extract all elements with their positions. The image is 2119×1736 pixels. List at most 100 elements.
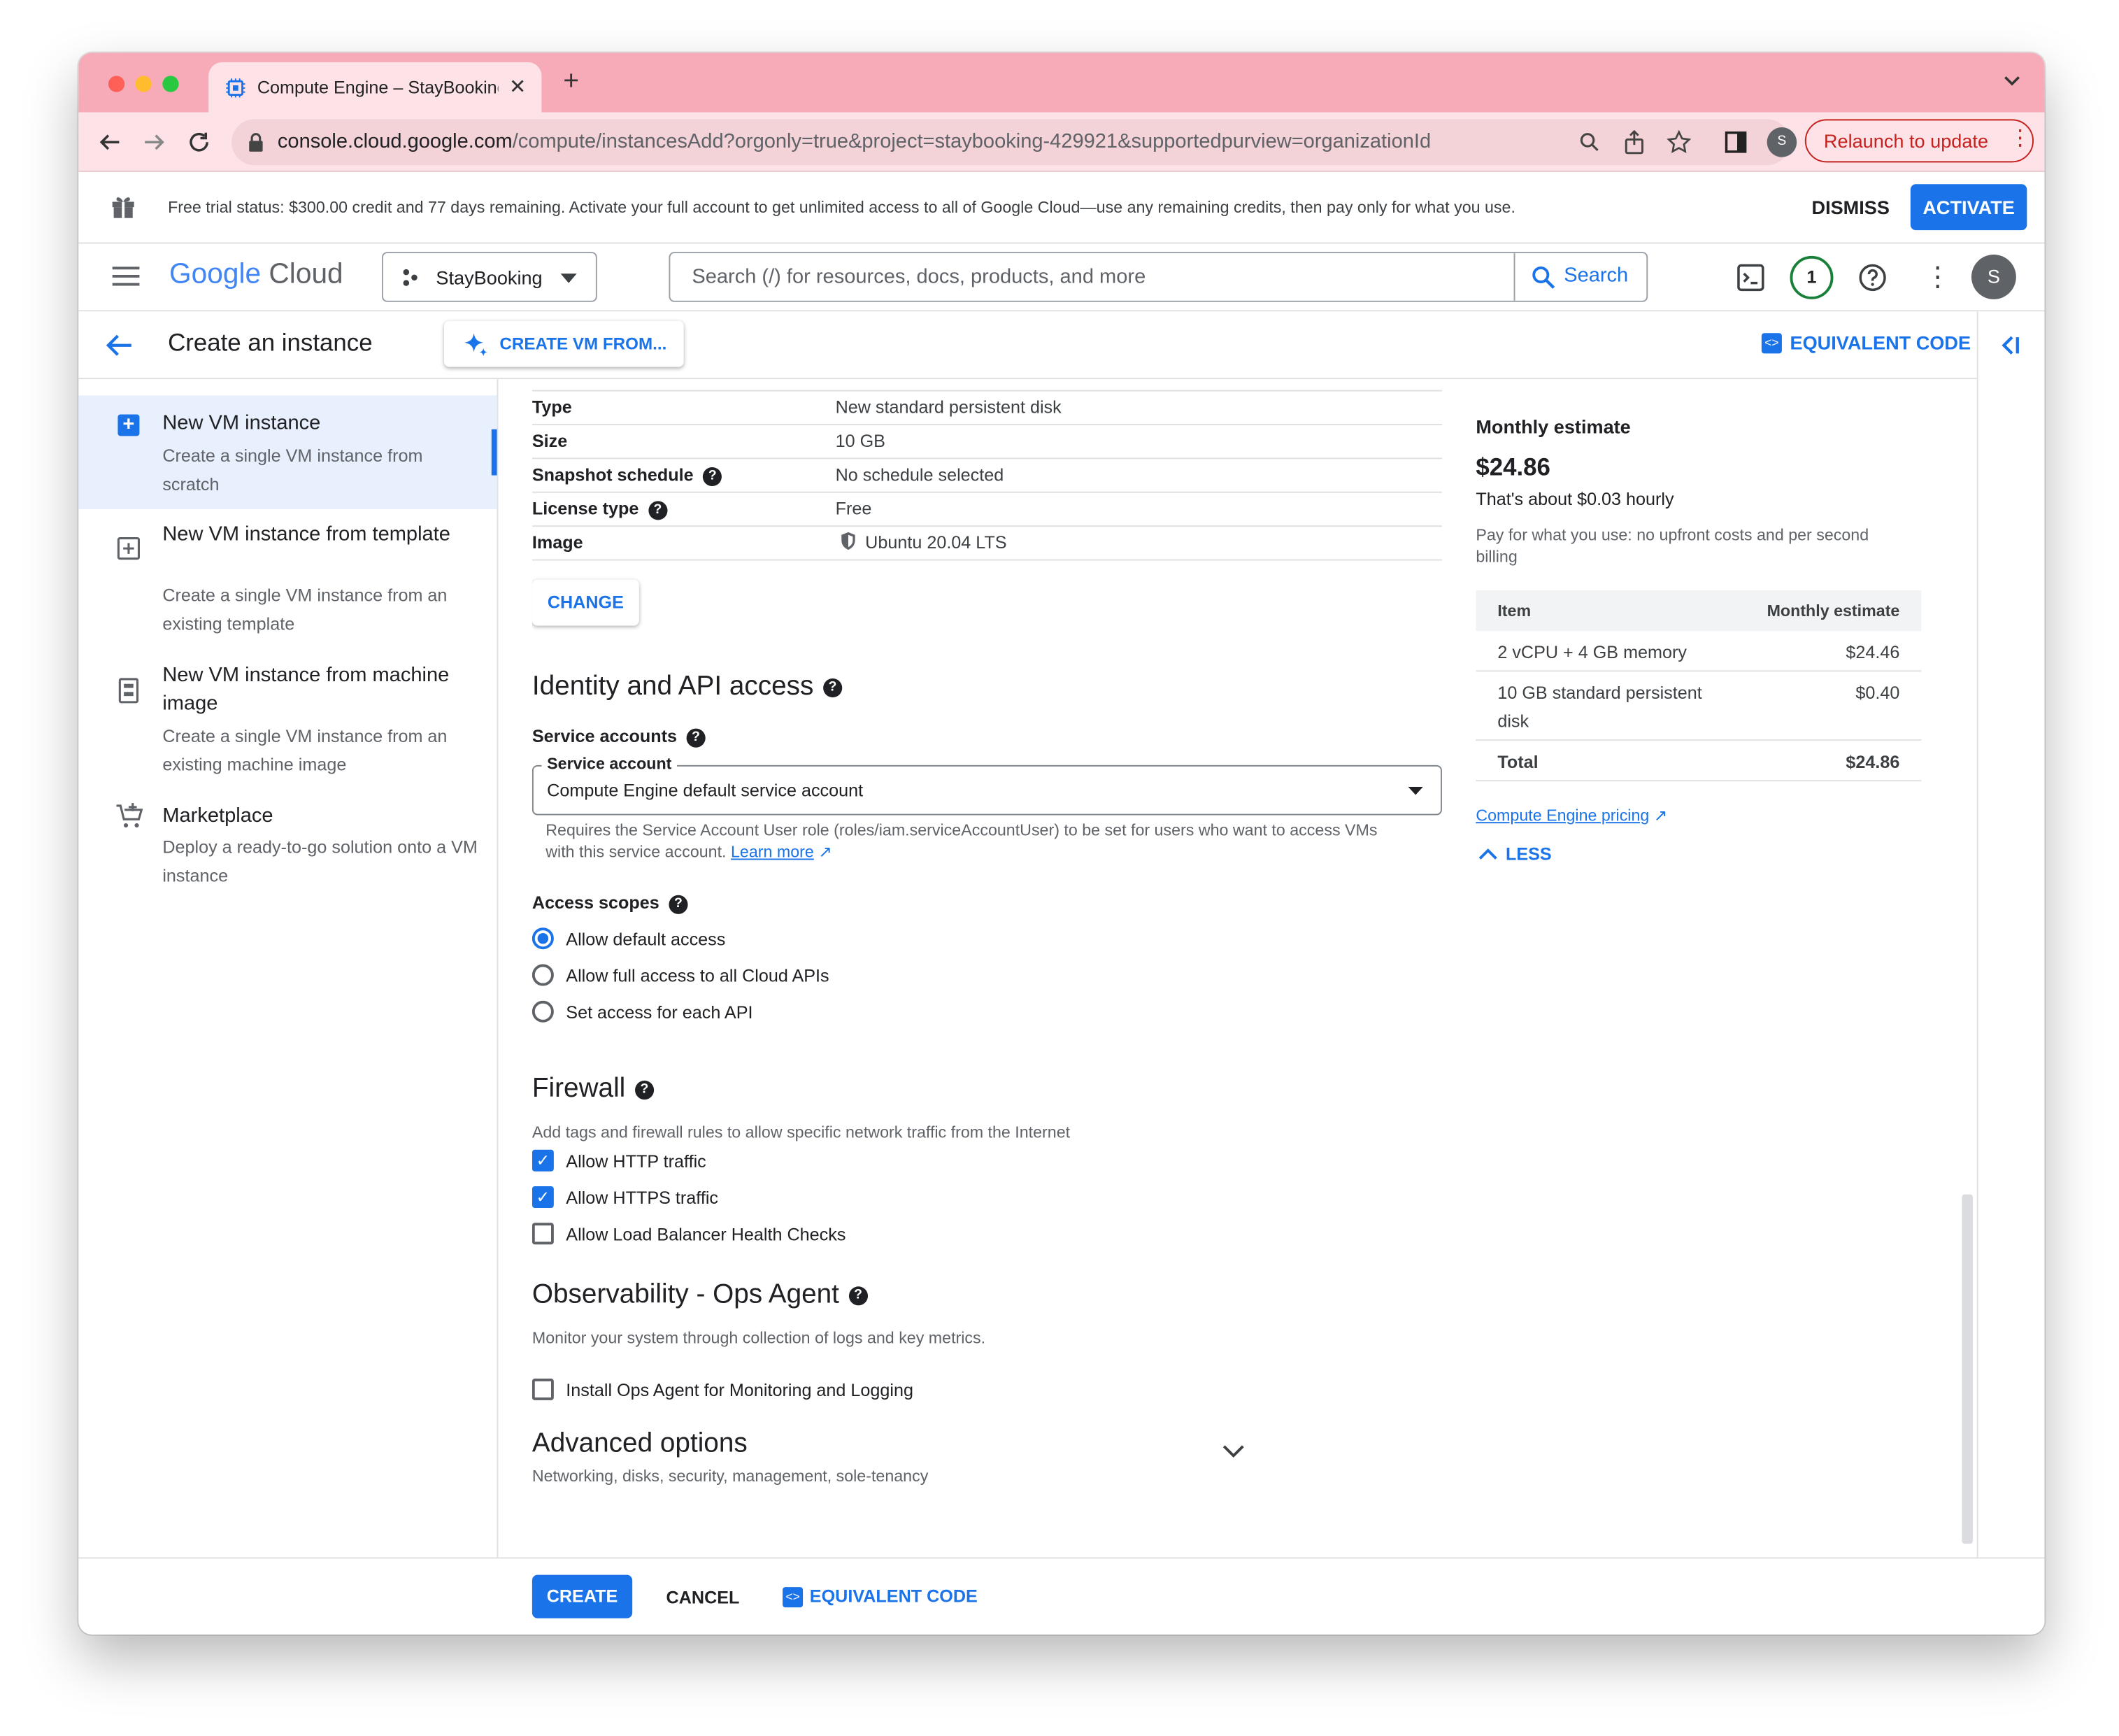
license-type-text: License type [531, 498, 639, 519]
address-bar[interactable]: console.cloud.google.com/compute/instanc… [231, 119, 1790, 166]
minimize-window-button[interactable] [135, 76, 152, 92]
compute-engine-favicon-icon [224, 77, 246, 99]
back-arrow-icon[interactable] [97, 130, 122, 155]
nav-item-desc: Create a single VM instance from an exis… [162, 725, 448, 775]
creation-method-nav: + New VM instance Create a single VM ins… [78, 379, 499, 1558]
ops-agent-checkbox[interactable] [531, 1378, 554, 1400]
help-icon[interactable]: ? [634, 1080, 654, 1100]
share-icon[interactable] [1623, 129, 1645, 155]
project-name: StayBooking [436, 266, 543, 289]
divider [531, 491, 1442, 493]
new-tab-icon[interactable]: + [563, 66, 579, 98]
logo-cloud: Cloud [269, 258, 343, 290]
relaunch-button[interactable]: Relaunch to update ⋮ [1804, 119, 2034, 163]
table-row: 10 GB standard persistent disk $0.40 [1476, 671, 1922, 741]
advanced-options-expander[interactable]: Advanced options Networking, disks, secu… [532, 1429, 1250, 1497]
add-instance-icon: + [117, 414, 140, 436]
more-options-icon[interactable]: ⋮ [1924, 260, 1951, 294]
help-icon[interactable]: ? [703, 467, 722, 486]
firewall-title-text: Firewall [531, 1074, 626, 1104]
http-traffic-checkbox[interactable]: ✓ [531, 1149, 554, 1172]
browser-tab[interactable]: Compute Engine – StayBooking ✕ [208, 62, 542, 113]
form-footer: CREATE CANCEL <> EQUIVALENT CODE [78, 1557, 2045, 1635]
search-button-label: Search [1564, 264, 1629, 287]
url-host: console.cloud.google.com [277, 129, 513, 153]
scope-option-label: Allow full access to all Cloud APIs [566, 965, 829, 986]
profile-avatar[interactable]: S [1767, 127, 1797, 157]
marketplace-cart-icon [115, 802, 145, 832]
estimate-note-line2: billing [1476, 547, 1518, 567]
url-path: /compute/instancesAdd?orgonly=true&proje… [512, 129, 1432, 153]
account-avatar[interactable]: S [1971, 254, 2016, 299]
scope-option-label: Set access for each API [566, 1002, 753, 1023]
activate-button[interactable]: ACTIVATE [1910, 184, 2027, 231]
help-icon[interactable] [1857, 263, 1888, 293]
nav-item-from-machine-image[interactable]: New VM instance from machine image Creat… [78, 661, 497, 783]
search-input[interactable]: Search (/) for resources, docs, products… [692, 265, 1146, 288]
pricing-link-row: Compute Engine pricing ↗ [1476, 806, 1667, 825]
dismiss-button[interactable]: DISMISS [1812, 197, 1890, 218]
project-picker[interactable]: StayBooking [381, 252, 597, 302]
create-button[interactable]: CREATE [531, 1574, 633, 1618]
reload-icon[interactable] [187, 130, 211, 155]
divider [531, 559, 1442, 561]
scope-radio-default[interactable] [531, 927, 554, 950]
disk-type-label: Type [531, 397, 572, 418]
search-box[interactable]: Search (/) for resources, docs, products… [669, 252, 1648, 302]
license-type-value: Free [835, 498, 872, 519]
help-icon[interactable]: ? [648, 500, 668, 520]
lb-health-checks-checkbox[interactable] [531, 1223, 554, 1245]
lock-icon [248, 133, 264, 152]
notifications-badge[interactable]: 1 [1790, 255, 1834, 299]
close-window-button[interactable] [108, 76, 125, 92]
advanced-options-title: Advanced options [531, 1428, 748, 1459]
help-icon[interactable]: ? [669, 894, 688, 914]
create-vm-from-button[interactable]: CREATE VM FROM... [444, 320, 684, 367]
code-icon: <> [1761, 333, 1782, 354]
search-button[interactable]: Search [1513, 253, 1648, 301]
help-icon[interactable]: ? [686, 727, 706, 747]
disk-size-label: Size [531, 430, 568, 451]
collapse-panel-icon[interactable] [2000, 334, 2022, 356]
checkbox-label: Install Ops Agent for Monitoring and Log… [566, 1379, 914, 1400]
cloud-shell-icon[interactable] [1736, 263, 1766, 293]
tab-search-chevron-icon[interactable] [2002, 72, 2021, 91]
zoom-search-icon[interactable] [1578, 131, 1600, 153]
row-item-line2: disk [1497, 711, 1529, 732]
nav-item-marketplace[interactable]: Marketplace Deploy a ready-to-go solutio… [78, 802, 497, 897]
snapshot-schedule-text: Snapshot schedule [531, 464, 694, 485]
compute-engine-pricing-link[interactable]: Compute Engine pricing [1476, 806, 1649, 825]
nav-item-new-vm[interactable]: + New VM instance Create a single VM ins… [78, 395, 497, 509]
https-traffic-checkbox[interactable]: ✓ [531, 1186, 554, 1209]
scope-option-label: Allow default access [566, 929, 726, 950]
hamburger-menu-icon[interactable] [111, 265, 141, 287]
help-icon[interactable]: ? [848, 1286, 868, 1305]
forward-arrow-icon[interactable] [142, 130, 166, 155]
checkbox-label: Allow HTTP traffic [566, 1151, 706, 1172]
cancel-button[interactable]: CANCEL [666, 1587, 740, 1607]
equivalent-code-label: EQUIVALENT CODE [809, 1586, 978, 1607]
learn-more-link[interactable]: Learn more [731, 842, 814, 861]
scrollbar-thumb[interactable] [1962, 1194, 1973, 1544]
scope-radio-full[interactable] [531, 964, 554, 986]
estimate-amount: $24.86 [1476, 453, 1550, 481]
total-value: $24.86 [1846, 751, 1900, 772]
scope-radio-each-api[interactable] [531, 1000, 554, 1023]
google-cloud-logo[interactable]: Google Cloud [169, 259, 343, 291]
nav-item-desc: Create a single VM instance from an exis… [162, 585, 448, 634]
change-disk-button[interactable]: CHANGE [532, 580, 639, 626]
bookmark-star-icon[interactable] [1667, 129, 1692, 155]
back-arrow-icon[interactable] [106, 333, 133, 357]
ops-title-text: Observability - Ops Agent [531, 1279, 839, 1310]
side-panel-icon[interactable] [1724, 130, 1748, 155]
snapshot-schedule-value: No schedule selected [835, 464, 1004, 485]
maximize-window-button[interactable] [162, 76, 179, 92]
nav-item-from-template[interactable]: New VM instance from template Create a s… [78, 520, 497, 641]
help-icon[interactable]: ? [822, 678, 843, 697]
less-label: LESS [1505, 844, 1552, 865]
service-account-select[interactable]: Service account Compute Engine default s… [531, 754, 1442, 816]
estimate-title: Monthly estimate [1476, 415, 1631, 438]
close-tab-icon[interactable]: ✕ [509, 74, 526, 99]
chevron-up-icon [1478, 848, 1497, 860]
row-value: $0.40 [1855, 682, 1900, 703]
